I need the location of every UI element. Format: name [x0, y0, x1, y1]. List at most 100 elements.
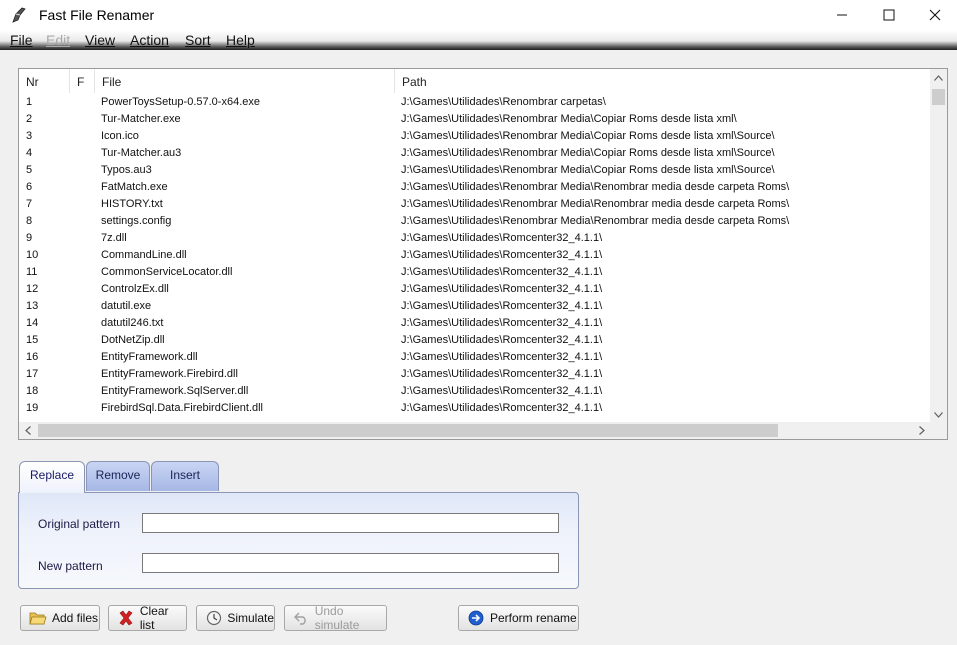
add-files-label: Add files — [52, 611, 99, 625]
tab-insert[interactable]: Insert — [151, 461, 219, 491]
tab-remove[interactable]: Remove — [86, 461, 150, 491]
row-file-cell: Icon.ico — [101, 130, 139, 142]
replace-panel: Original pattern New pattern — [18, 492, 579, 589]
table-row[interactable]: 16 EntityFramework.dll J:\Games\Utilidades… — [19, 349, 930, 366]
row-path-cell: J:\Games\Utilidades\Renombrar Media\Reno… — [401, 215, 790, 227]
minimize-button[interactable] — [819, 0, 865, 30]
file-list[interactable]: Nr F File Path 1 PowerToysSetup-0.57.0-x6… — [18, 68, 948, 440]
table-row[interactable]: 7 HISTORY.txt J:\Games\Utilidades\Renombra… — [19, 196, 930, 213]
row-path-cell: J:\Games\Utilidades\Romcenter32_4.1.1\ — [401, 283, 603, 295]
horizontal-scrollbar[interactable] — [19, 422, 930, 439]
table-row[interactable]: 12 ControlzEx.dll J:\Games\Utilidades\Romc… — [19, 281, 930, 298]
original-pattern-input[interactable] — [142, 513, 559, 533]
simulate-button[interactable]: Simulate — [196, 605, 275, 631]
vertical-scroll-thumb[interactable] — [932, 89, 945, 105]
column-header-flag[interactable]: F — [70, 69, 95, 93]
table-row[interactable]: 14 datutil246.txt J:\Games\Utilidades\Romc… — [19, 315, 930, 332]
menu-bar: File Edit View Action Sort Help — [0, 30, 957, 50]
row-path-cell: J:\Games\Utilidades\Romcenter32_4.1.1\ — [401, 334, 603, 346]
row-file-cell: FirebirdSql.Data.FirebirdClient.dll — [101, 402, 264, 414]
row-file-cell: CommonServiceLocator.dll — [101, 266, 233, 278]
table-row[interactable]: 9 7z.dll J:\Games\Utilidades\Romcenter32_4… — [19, 230, 930, 247]
row-path-cell: J:\Games\Utilidades\Romcenter32_4.1.1\ — [401, 300, 603, 312]
perform-rename-button[interactable]: Perform rename — [458, 605, 579, 631]
row-nr-cell: 7 — [26, 198, 33, 210]
scroll-up-arrow-icon[interactable] — [930, 69, 947, 86]
row-nr-cell: 11 — [26, 266, 38, 278]
table-row[interactable]: 11 CommonServiceLocator.dll J:\Games\Utili… — [19, 264, 930, 281]
row-nr-cell: 12 — [26, 283, 39, 295]
row-file-cell: datutil246.txt — [101, 317, 164, 329]
row-path-cell: J:\Games\Utilidades\Romcenter32_4.1.1\ — [401, 266, 603, 278]
menu-view[interactable]: View — [85, 32, 115, 48]
row-file-cell: PowerToysSetup-0.57.0-x64.exe — [101, 96, 260, 108]
table-row[interactable]: 17 EntityFramework.Firebird.dll J:\Games\U… — [19, 366, 930, 383]
scroll-left-arrow-icon[interactable] — [19, 422, 36, 439]
undo-arrow-icon — [293, 609, 310, 627]
row-nr-cell: 17 — [26, 368, 39, 380]
new-pattern-label: New pattern — [38, 559, 103, 573]
row-file-cell: EntityFramework.Firebird.dll — [101, 368, 238, 380]
row-nr-cell: 19 — [26, 402, 39, 414]
table-row[interactable]: 18 EntityFramework.SqlServer.dll J:\Games\… — [19, 383, 930, 400]
feather-quill-icon — [10, 6, 28, 24]
row-file-cell: HISTORY.txt — [101, 198, 163, 210]
row-nr-cell: 8 — [26, 215, 33, 227]
table-row[interactable]: 19 FirebirdSql.Data.FirebirdClient.dll J:\… — [19, 400, 930, 417]
row-path-cell: J:\Games\Utilidades\Romcenter32_4.1.1\ — [401, 249, 603, 261]
table-row[interactable]: 6 FatMatch.exe J:\Games\Utilidades\Renombr… — [19, 179, 930, 196]
table-row[interactable]: 3 Icon.ico J:\Games\Utilidades\Renombrar M… — [19, 128, 930, 145]
table-row[interactable]: 1 PowerToysSetup-0.57.0-x64.exe J:\Games\U… — [19, 94, 930, 111]
row-path-cell: J:\Games\Utilidades\Renombrar Media\Copi… — [401, 113, 737, 125]
row-path-cell: J:\Games\Utilidades\Romcenter32_4.1.1\ — [401, 317, 603, 329]
row-file-cell: settings.config — [101, 215, 172, 227]
row-nr-cell: 13 — [26, 300, 39, 312]
original-pattern-label: Original pattern — [38, 517, 121, 531]
tab-replace[interactable]: Replace — [19, 461, 85, 493]
simulate-label: Simulate — [227, 611, 274, 625]
title-bar: Fast File Renamer — [0, 0, 957, 30]
scroll-right-arrow-icon[interactable] — [913, 422, 930, 439]
menu-file[interactable]: File — [10, 32, 33, 48]
close-button[interactable] — [912, 0, 957, 30]
table-row[interactable]: 10 CommandLine.dll J:\Games\Utilidades\Rom… — [19, 247, 930, 264]
row-path-cell: J:\Games\Utilidades\Romcenter32_4.1.1\ — [401, 351, 603, 363]
table-row[interactable]: 8 settings.config J:\Games\Utilidades\Reno… — [19, 213, 930, 230]
column-header-path[interactable]: Path — [395, 69, 930, 93]
row-nr-cell: 18 — [26, 385, 39, 397]
column-header-nr[interactable]: Nr — [19, 69, 70, 93]
table-row[interactable]: 2 Tur-Matcher.exe J:\Games\Utilidades\Reno… — [19, 111, 930, 128]
vertical-scrollbar[interactable] — [930, 69, 947, 423]
table-row[interactable]: 13 datutil.exe J:\Games\Utilidades\Romcent… — [19, 298, 930, 315]
row-file-cell: datutil.exe — [101, 300, 152, 312]
row-path-cell: J:\Games\Utilidades\Renombrar Media\Copi… — [401, 147, 775, 159]
row-nr-cell: 14 — [26, 317, 39, 329]
column-header-file[interactable]: File — [95, 69, 395, 93]
table-row[interactable]: 4 Tur-Matcher.au3 J:\Games\Utilidades\Reno… — [19, 145, 930, 162]
undo-simulate-label: Undo simulate — [314, 604, 360, 632]
window-title: Fast File Renamer — [39, 7, 155, 23]
row-file-cell: DotNetZip.dll — [101, 334, 165, 346]
table-row[interactable]: 15 DotNetZip.dll J:\Games\Utilidades\Romce… — [19, 332, 930, 349]
row-file-cell: Tur-Matcher.exe — [101, 113, 181, 125]
row-path-cell: J:\Games\Utilidades\Renombrar Media\Reno… — [401, 198, 790, 210]
row-file-cell: Tur-Matcher.au3 — [101, 147, 182, 159]
table-row[interactable]: 5 Typos.au3 J:\Games\Utilidades\Renombrar … — [19, 162, 930, 179]
row-path-cell: J:\Games\Utilidades\Renombrar Media\Copi… — [401, 130, 775, 142]
add-files-button[interactable]: Add files — [20, 605, 100, 631]
undo-simulate-button[interactable]: Undo simulate — [284, 604, 387, 632]
scroll-down-arrow-icon[interactable] — [930, 406, 947, 423]
clear-list-button[interactable]: Clear list — [108, 604, 187, 632]
folder-open-icon — [29, 609, 47, 627]
row-nr-cell: 10 — [26, 249, 39, 261]
menu-action[interactable]: Action — [130, 32, 169, 48]
horizontal-scroll-thumb[interactable] — [38, 424, 778, 437]
row-file-cell: 7z.dll — [101, 232, 127, 244]
row-nr-cell: 16 — [26, 351, 39, 363]
menu-help[interactable]: Help — [226, 32, 255, 48]
maximize-button[interactable] — [866, 0, 912, 30]
menu-sort[interactable]: Sort — [185, 32, 211, 48]
menu-edit[interactable]: Edit — [46, 32, 70, 48]
new-pattern-input[interactable] — [142, 553, 559, 573]
row-path-cell: J:\Games\Utilidades\Renombrar carpetas\ — [401, 96, 606, 108]
